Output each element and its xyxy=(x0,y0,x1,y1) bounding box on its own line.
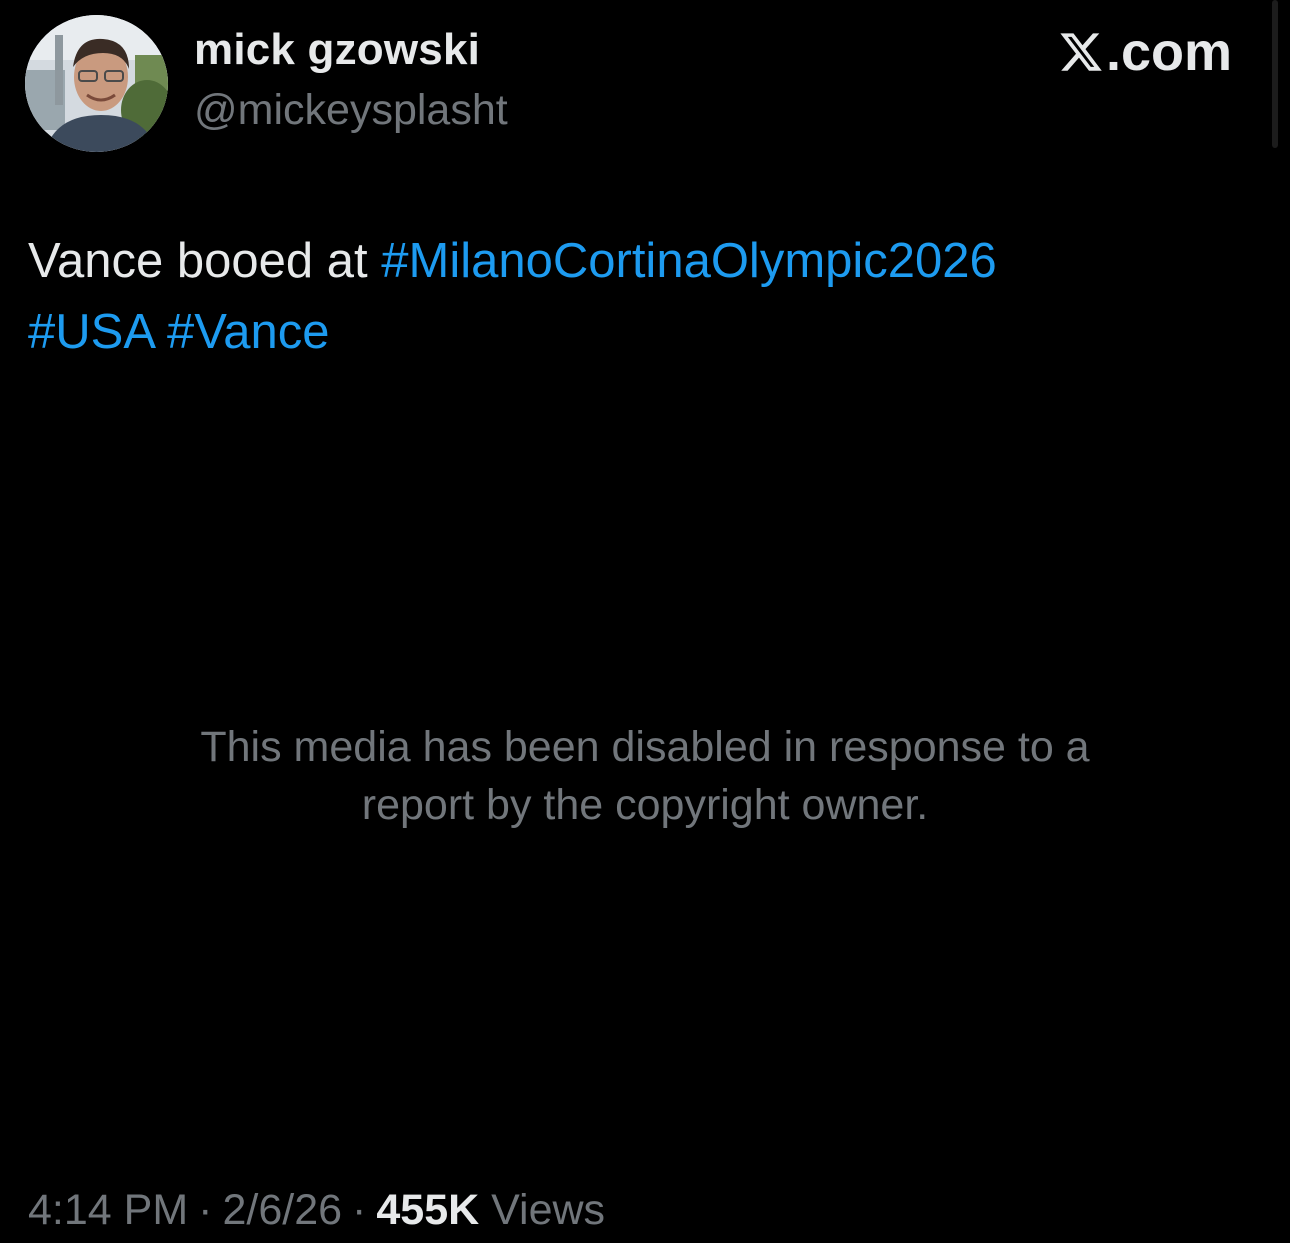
hashtag-link-vance[interactable]: #Vance xyxy=(167,305,330,359)
tweet-date[interactable]: 2/6/26 xyxy=(222,1186,342,1234)
hashtag-link-milanocortinaolympic2026[interactable]: #MilanoCortinaOlympic2026 xyxy=(381,234,997,288)
meta-separator: · xyxy=(198,1186,213,1234)
tweet-text-lead: Vance booed at xyxy=(28,234,382,288)
author-display-name[interactable]: mick gzowski xyxy=(194,22,480,78)
avatar[interactable] xyxy=(25,15,168,152)
scroll-indicator[interactable] xyxy=(1272,0,1278,148)
media-disabled-notice: This media has been disabled in response… xyxy=(0,718,1290,834)
media-notice-line-2: report by the copyright owner. xyxy=(361,781,929,829)
tweet-metadata: 4:14 PM · 2/6/26 · 455K Views xyxy=(28,1181,605,1239)
user-photo-avatar-icon xyxy=(25,15,168,152)
views-count[interactable]: 455K xyxy=(376,1186,479,1234)
site-domain-suffix: .com xyxy=(1105,22,1232,82)
media-notice-line-1: This media has been disabled in response… xyxy=(200,723,1090,771)
views-label: Views xyxy=(491,1186,606,1234)
x-logo-icon xyxy=(1060,33,1102,71)
hashtag-link-usa[interactable]: #USA xyxy=(28,305,153,359)
tweet-text: Vance booed at #MilanoCortinaOlympic2026… xyxy=(28,226,1248,368)
meta-separator: · xyxy=(352,1186,367,1234)
site-branding[interactable]: .com xyxy=(1058,22,1232,82)
tweet-time[interactable]: 4:14 PM xyxy=(28,1186,188,1234)
author-handle[interactable]: @mickeysplasht xyxy=(194,82,508,138)
